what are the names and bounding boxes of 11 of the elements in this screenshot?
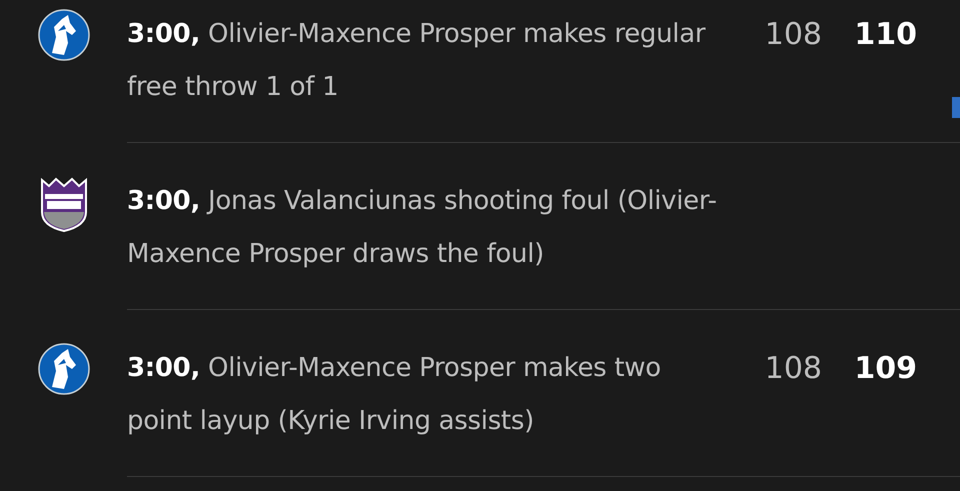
play-description: 3:00, Olivier-Maxence Prosper makes two point layup (Kyrie Irving assists) <box>127 352 662 438</box>
play-description: 3:00, Jonas Valanciunas shooting foul (Olivier-Maxence Prosper draws the foul) <box>127 185 717 271</box>
horse-logo-icon <box>38 343 90 395</box>
home-score: 110 <box>853 17 917 52</box>
away-score: 108 <box>764 17 822 52</box>
play-description: 3:00, Olivier-Maxence Prosper makes regular free throw 1 of 1 <box>127 18 706 104</box>
away-score: 108 <box>764 351 822 386</box>
horse-logo-icon <box>38 9 90 61</box>
home-score: 109 <box>853 351 917 386</box>
accent-bar <box>952 97 960 118</box>
crown-shield-logo-icon <box>38 176 88 232</box>
